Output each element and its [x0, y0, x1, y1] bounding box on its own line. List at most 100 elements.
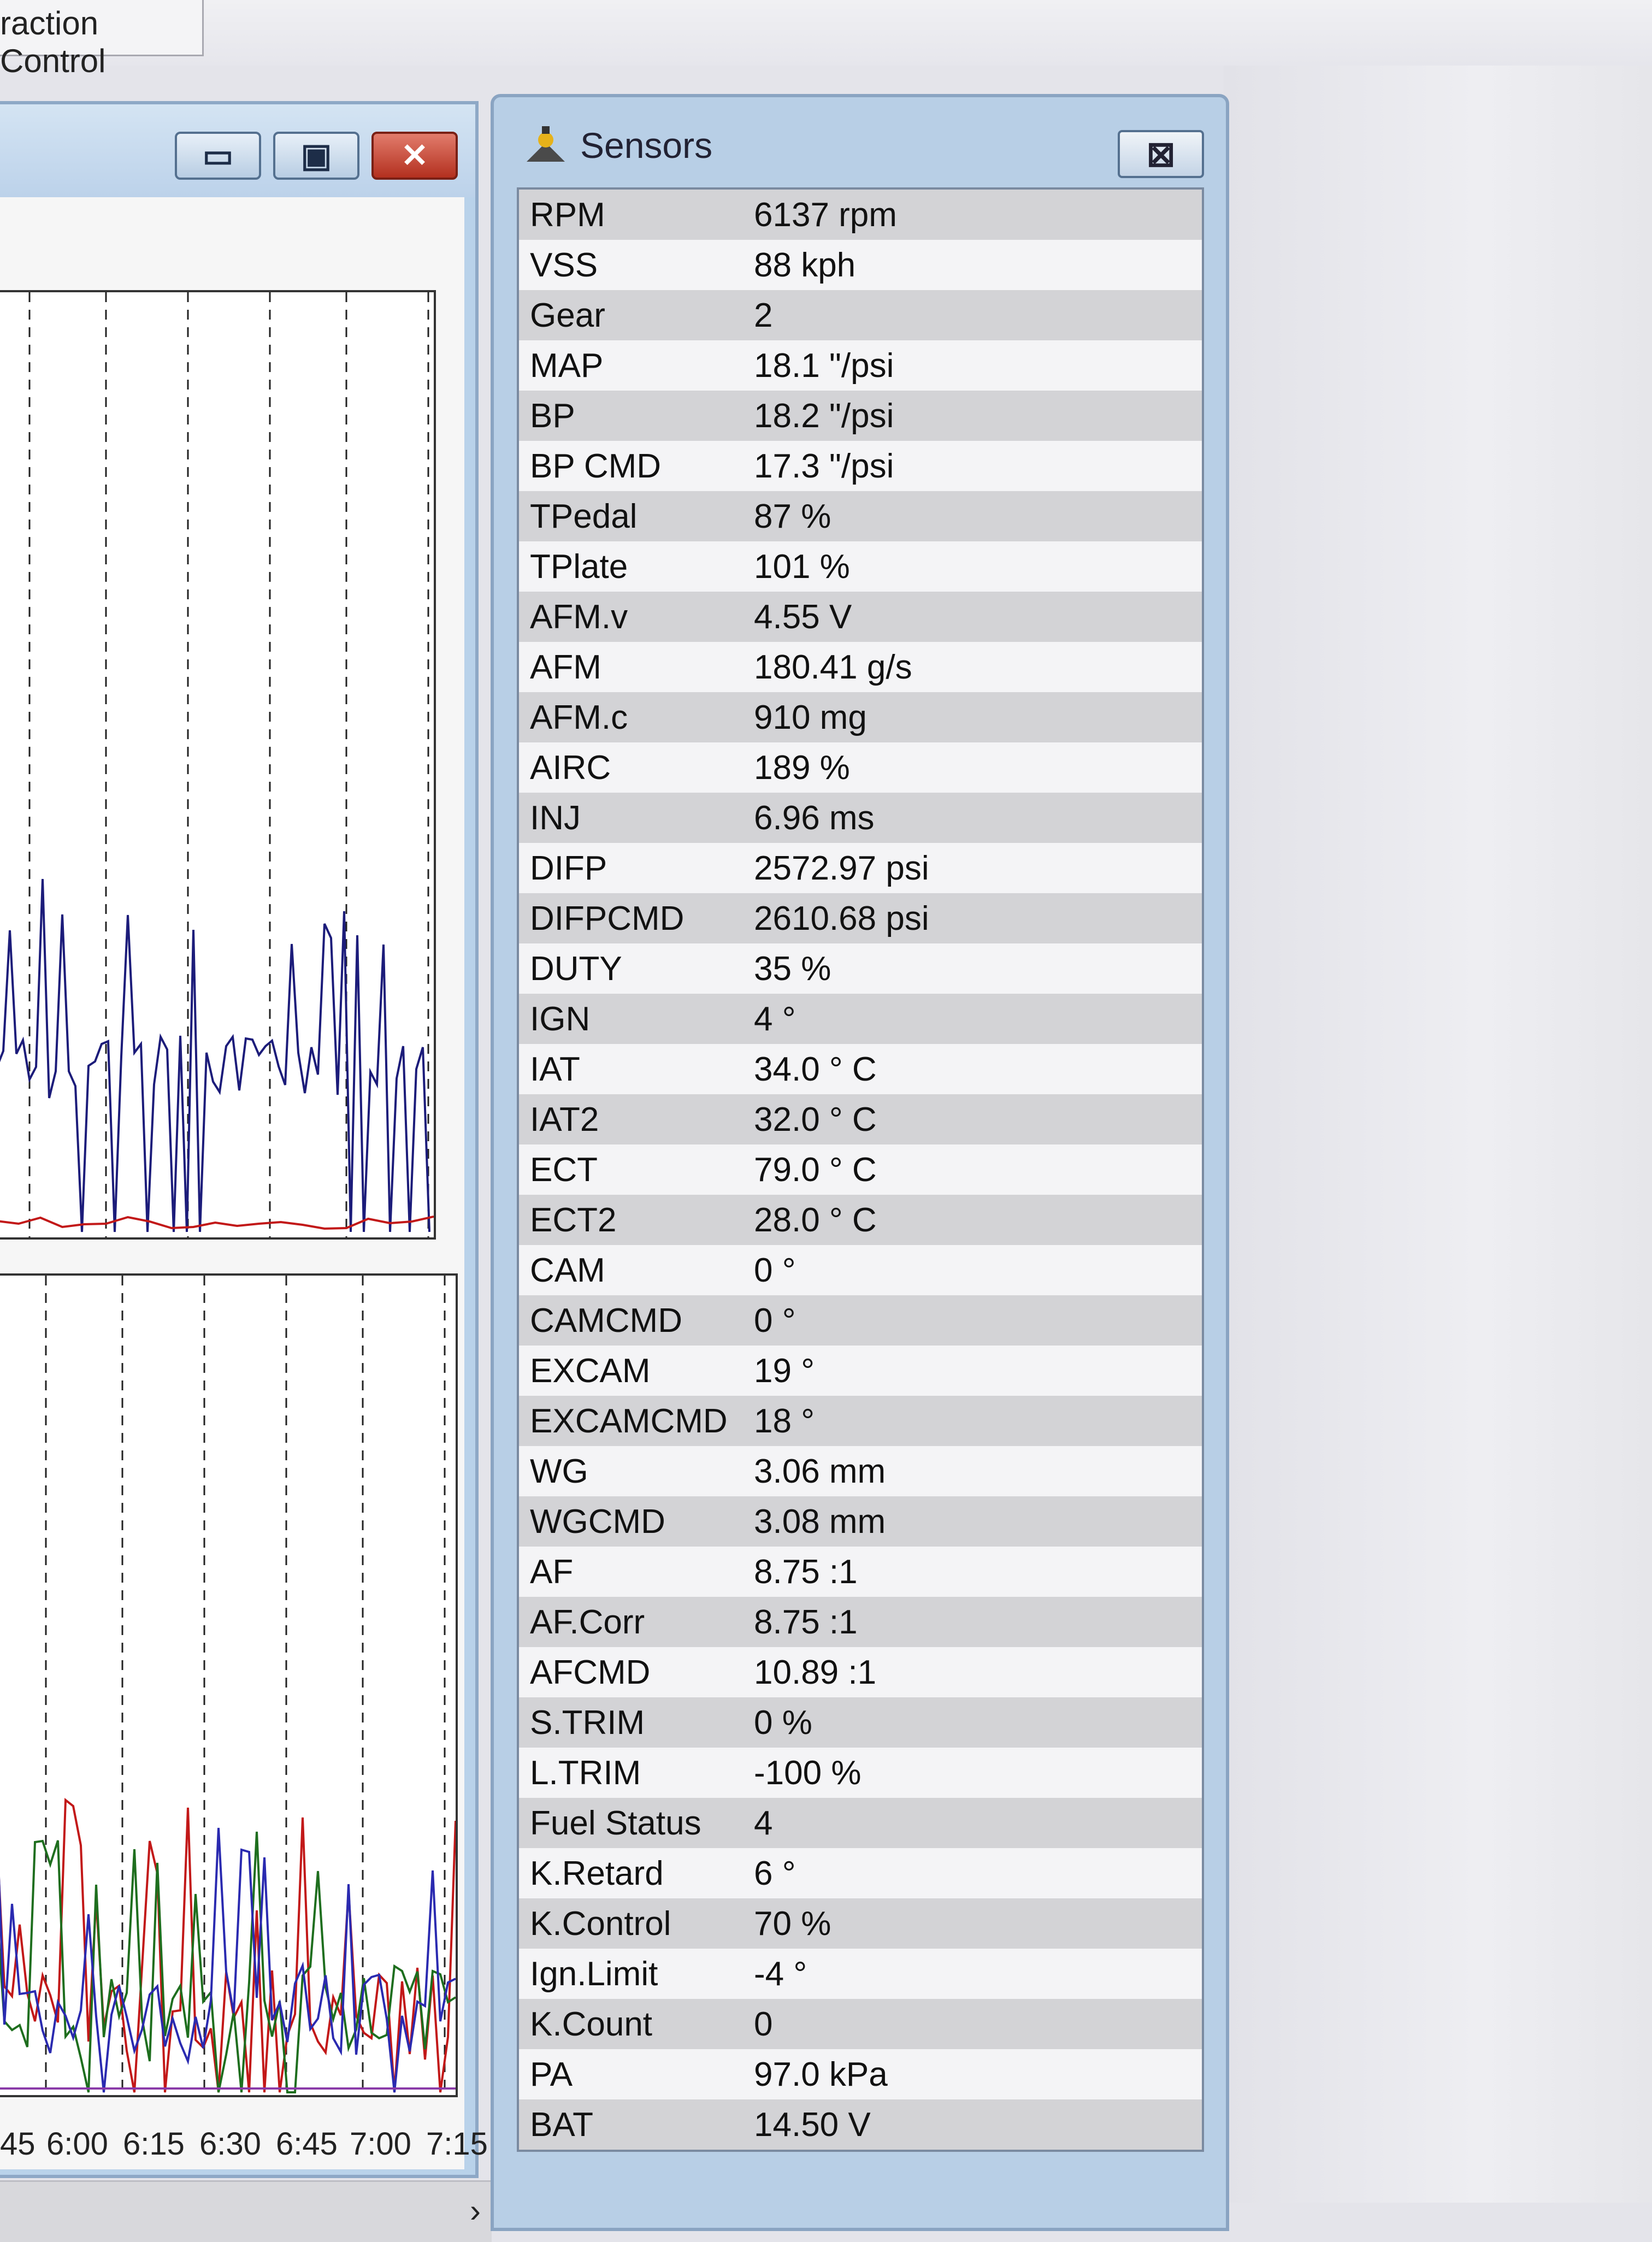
sensor-value: 87 % — [754, 497, 831, 535]
tab-traction-control[interactable]: raction Control — [0, 0, 204, 79]
sensor-row[interactable]: IGN 4 ° — [519, 994, 1202, 1044]
sensor-row[interactable]: RPM 6137 rpm — [519, 190, 1202, 240]
sensor-name: AF.Corr — [530, 1603, 645, 1641]
sensor-row[interactable]: CAM 0 ° — [519, 1245, 1202, 1295]
sensor-value: 910 mg — [754, 698, 867, 736]
sensor-value: 10.89 :1 — [754, 1653, 877, 1691]
sensor-name: ECT — [530, 1150, 598, 1189]
x-tick-label: 6:00 — [46, 2126, 108, 2162]
sensor-row[interactable]: AF 8.75 :1 — [519, 1547, 1202, 1597]
sensor-value: 4 — [754, 1804, 773, 1842]
sensor-value: 180.41 g/s — [754, 648, 912, 686]
upper-plot-trace — [0, 878, 430, 1232]
sensor-row[interactable]: IAT 34.0 ° C — [519, 1044, 1202, 1094]
sensor-name: AFCMD — [530, 1653, 651, 1691]
sensor-name: L.TRIM — [530, 1754, 641, 1792]
sensor-row[interactable]: WGCMD 3.08 mm — [519, 1496, 1202, 1547]
x-tick-label: 7:00 — [350, 2126, 411, 2162]
sensor-row[interactable]: IAT2 32.0 ° C — [519, 1094, 1202, 1144]
close-button[interactable]: ✕ — [371, 132, 458, 180]
sensors-close-button[interactable]: ⊠ — [1118, 130, 1204, 178]
sensor-row[interactable]: CAMCMD 0 ° — [519, 1295, 1202, 1346]
sensor-name: ECT2 — [530, 1201, 617, 1239]
sensor-row[interactable]: ECT 79.0 ° C — [519, 1144, 1202, 1195]
sensor-value: 3.08 mm — [754, 1502, 886, 1541]
sensor-row[interactable]: AFM 180.41 g/s — [519, 642, 1202, 692]
sensor-value: 0 ° — [754, 1301, 796, 1340]
sensor-value: 2 — [754, 296, 773, 334]
sensor-row[interactable]: PA 97.0 kPa — [519, 2049, 1202, 2099]
sensor-row[interactable]: DUTY 35 % — [519, 943, 1202, 994]
sensor-name: INJ — [530, 799, 581, 837]
sensor-row[interactable]: S.TRIM 0 % — [519, 1697, 1202, 1748]
upper-plot — [0, 290, 436, 1240]
sensor-row[interactable]: BP CMD 17.3 "/psi — [519, 441, 1202, 491]
sensor-name: BP CMD — [530, 447, 662, 485]
sensor-name: Gear — [530, 296, 605, 334]
sensor-row[interactable]: DIFPCMD 2610.68 psi — [519, 893, 1202, 943]
upper-plot-baseline — [0, 1216, 434, 1230]
x-tick-label: 45 — [0, 2126, 36, 2162]
sensors-title: Sensors — [580, 125, 713, 166]
sensor-row[interactable]: TPedal 87 % — [519, 491, 1202, 541]
scroll-right-icon[interactable]: › — [470, 2192, 481, 2229]
sensor-row[interactable]: K.Retard 6 ° — [519, 1848, 1202, 1898]
sensor-row[interactable]: K.Count 0 — [519, 1999, 1202, 2049]
sensor-row[interactable]: EXCAM 19 ° — [519, 1346, 1202, 1396]
minimize-button[interactable]: ▭ — [175, 132, 261, 180]
sensor-row[interactable]: AFCMD 10.89 :1 — [519, 1647, 1202, 1697]
sensor-value: 18 ° — [754, 1402, 815, 1440]
sensor-name: BP — [530, 397, 575, 435]
sensor-value: 0 — [754, 2005, 773, 2043]
upper-plot-svg — [0, 292, 434, 1237]
sensor-value: 14.50 V — [754, 2105, 871, 2144]
sensor-row[interactable]: BAT 14.50 V — [519, 2099, 1202, 2150]
sensor-row[interactable]: K.Control 70 % — [519, 1898, 1202, 1949]
sensor-name: AFM — [530, 648, 601, 686]
tab-bar: raction Control — [0, 0, 1652, 79]
sensor-row[interactable]: TPlate 101 % — [519, 541, 1202, 592]
sensor-name: PA — [530, 2055, 573, 2093]
sensor-name: IAT — [530, 1050, 580, 1088]
sensor-value: 35 % — [754, 949, 831, 988]
sensor-name: WG — [530, 1452, 588, 1490]
sensor-value: 88 kph — [754, 246, 856, 284]
sensor-value: 32.0 ° C — [754, 1100, 877, 1138]
sensor-row[interactable]: Gear 2 — [519, 290, 1202, 340]
sensor-value: 18.2 "/psi — [754, 397, 894, 435]
sensor-name: DIFPCMD — [530, 899, 685, 937]
x-tick-label: 6:30 — [199, 2126, 261, 2162]
lower-plot — [0, 1273, 458, 2097]
sensor-row[interactable]: AF.Corr 8.75 :1 — [519, 1597, 1202, 1647]
sensor-row[interactable]: Fuel Status 4 — [519, 1798, 1202, 1848]
sensor-row[interactable]: BP 18.2 "/psi — [519, 391, 1202, 441]
sensor-row[interactable]: INJ 6.96 ms — [519, 793, 1202, 843]
sensor-row[interactable]: WG 3.06 mm — [519, 1446, 1202, 1496]
sensor-name: DIFP — [530, 849, 607, 887]
sensor-row[interactable]: AFM.c 910 mg — [519, 692, 1202, 742]
sensor-name: Ign.Limit — [530, 1955, 658, 1993]
sensor-value: 28.0 ° C — [754, 1201, 877, 1239]
restore-button[interactable]: ▣ — [273, 132, 359, 180]
sensor-row[interactable]: DIFP 2572.97 psi — [519, 843, 1202, 893]
sensor-name: TPedal — [530, 497, 638, 535]
sensor-row[interactable]: VSS 88 kph — [519, 240, 1202, 290]
sensor-row[interactable]: ECT2 28.0 ° C — [519, 1195, 1202, 1245]
sensor-value: 8.75 :1 — [754, 1603, 858, 1641]
sensor-row[interactable]: EXCAMCMD 18 ° — [519, 1396, 1202, 1446]
lower-plot-svg — [0, 1276, 457, 2095]
close-icon: ⊠ — [1146, 134, 1176, 174]
sensor-row[interactable]: AFM.v 4.55 V — [519, 592, 1202, 642]
sensor-row[interactable]: MAP 18.1 "/psi — [519, 340, 1202, 391]
sensor-name: BAT — [530, 2105, 593, 2144]
sensor-value: 4 ° — [754, 1000, 796, 1038]
sensors-window: Sensors ⊠ RPM 6137 rpm VSS 88 kph Gear 2 MAP 18… — [491, 94, 1229, 2231]
horizontal-scrollbar[interactable]: › — [0, 2180, 492, 2242]
sensor-value: 6 ° — [754, 1854, 796, 1892]
sensor-row[interactable]: AIRC 189 % — [519, 742, 1202, 793]
sensor-value: 97.0 kPa — [754, 2055, 888, 2093]
sensor-name: DUTY — [530, 949, 622, 988]
sensor-value: 79.0 ° C — [754, 1150, 877, 1189]
sensor-row[interactable]: L.TRIM -100 % — [519, 1748, 1202, 1798]
sensor-row[interactable]: Ign.Limit -4 ° — [519, 1949, 1202, 1999]
